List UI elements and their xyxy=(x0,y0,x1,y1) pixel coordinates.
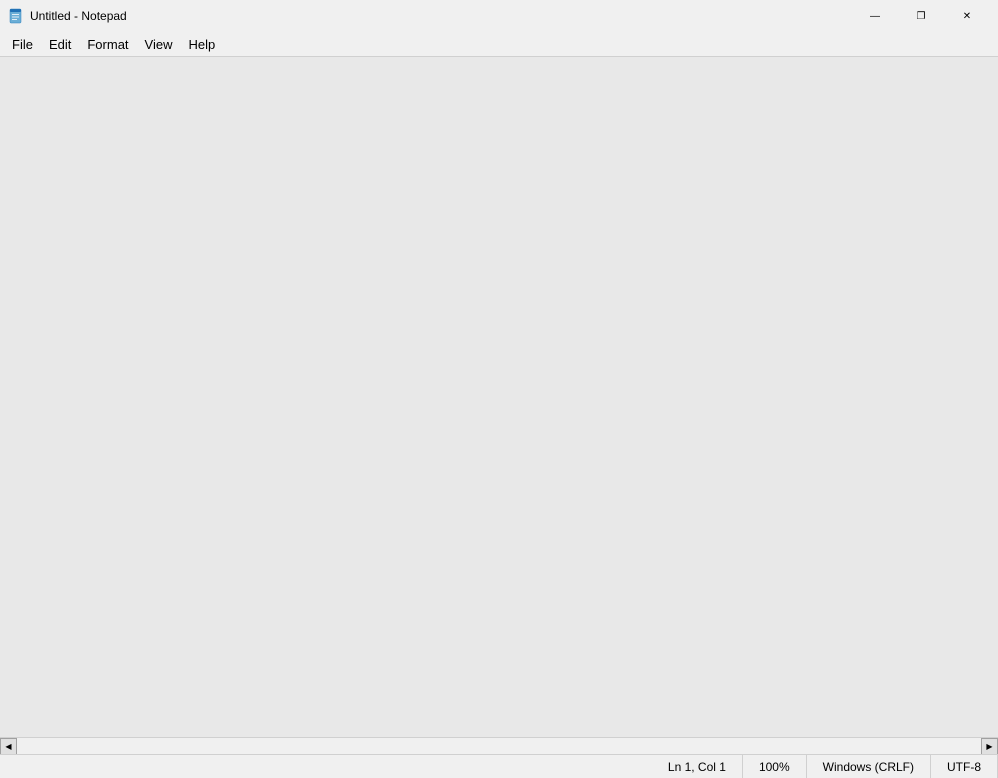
content-wrapper xyxy=(0,57,998,737)
maximize-button[interactable]: ❐ xyxy=(898,0,944,32)
title-bar: Untitled - Notepad — ❐ ✕ xyxy=(0,0,998,32)
horizontal-scrollbar: ◀ ▶ xyxy=(0,737,998,754)
scroll-left-button[interactable]: ◀ xyxy=(0,738,17,755)
menu-edit[interactable]: Edit xyxy=(41,35,79,54)
menu-help[interactable]: Help xyxy=(180,35,223,54)
menu-bar: File Edit Format View Help xyxy=(0,32,998,57)
minimize-button[interactable]: — xyxy=(852,0,898,32)
menu-view[interactable]: View xyxy=(137,35,181,54)
menu-format[interactable]: Format xyxy=(79,35,136,54)
cursor-position: Ln 1, Col 1 xyxy=(652,755,743,778)
line-ending: Windows (CRLF) xyxy=(807,755,931,778)
window-title: Untitled - Notepad xyxy=(30,9,127,23)
text-editor[interactable] xyxy=(0,57,998,737)
status-bar: Ln 1, Col 1 100% Windows (CRLF) UTF-8 xyxy=(0,754,998,778)
window-controls: — ❐ ✕ xyxy=(852,0,990,32)
scroll-track[interactable] xyxy=(17,738,981,755)
encoding: UTF-8 xyxy=(931,755,998,778)
scroll-right-button[interactable]: ▶ xyxy=(981,738,998,755)
menu-file[interactable]: File xyxy=(4,35,41,54)
app-icon xyxy=(8,8,24,24)
main-area: ◀ ▶ xyxy=(0,57,998,754)
close-button[interactable]: ✕ xyxy=(944,0,990,32)
title-left: Untitled - Notepad xyxy=(8,8,127,24)
spacer xyxy=(0,755,652,778)
zoom-level: 100% xyxy=(743,755,807,778)
